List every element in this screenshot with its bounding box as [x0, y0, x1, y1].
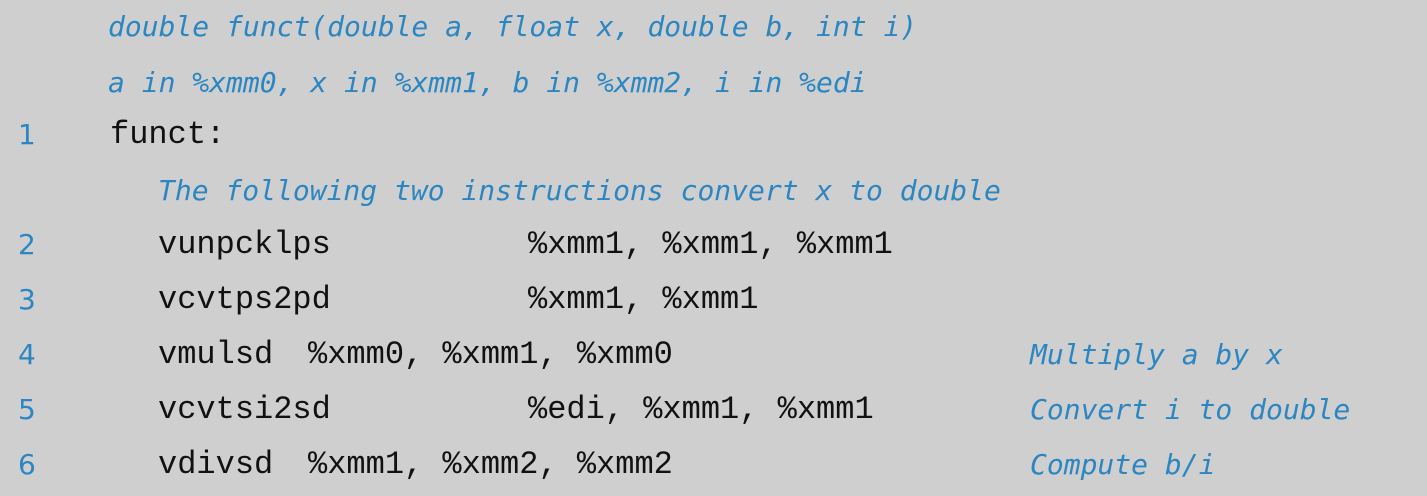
instruction-mnemonic: vcvtps2pd — [158, 281, 331, 318]
instruction-operands: %xmm1, %xmm1, %xmm1 — [528, 226, 893, 263]
line-number: 1 — [18, 118, 36, 151]
inline-comment: The following two instructions convert x… — [158, 174, 1001, 207]
assembly-listing: double funct(double a, float x, double b… — [0, 0, 1427, 496]
instruction-mnemonic: vunpcklps — [158, 226, 331, 263]
code-line-4: 4 vmulsd %xmm0, %xmm1, %xmm0 Multiply a … — [0, 331, 1427, 379]
line-number: 4 — [18, 338, 36, 371]
conversion-comment-line: The following two instructions convert x… — [0, 167, 1427, 215]
line-number: 3 — [18, 283, 36, 316]
instruction-mnemonic: vmulsd — [158, 336, 274, 373]
code-line-2: 2 vunpcklps %xmm1, %xmm1, %xmm1 — [0, 221, 1427, 269]
instruction-operands: %edi, %xmm1, %xmm1 — [528, 391, 874, 428]
signature-comment-line: double funct(double a, float x, double b… — [0, 3, 1427, 51]
code-line-1: 1 funct: — [0, 111, 1427, 159]
line-number: 5 — [18, 393, 36, 426]
function-signature-comment: double funct(double a, float x, double b… — [108, 10, 918, 43]
register-map-comment-line: a in %xmm0, x in %xmm1, b in %xmm2, i in… — [0, 59, 1427, 107]
instruction-mnemonic: vcvtsi2sd — [158, 391, 331, 428]
line-number: 6 — [18, 448, 36, 481]
register-mapping-comment: a in %xmm0, x in %xmm1, b in %xmm2, i in… — [108, 66, 867, 99]
instruction-operands: %xmm1, %xmm1 — [528, 281, 759, 318]
instruction-operands: %xmm1, %xmm2, %xmm2 — [308, 446, 673, 483]
line-annotation: Multiply a by x — [1030, 338, 1283, 371]
code-line-5: 5 vcvtsi2sd %edi, %xmm1, %xmm1 Convert i… — [0, 386, 1427, 434]
line-number: 2 — [18, 228, 36, 261]
line-annotation: Convert i to double — [1030, 393, 1351, 426]
instruction-mnemonic: vdivsd — [158, 446, 274, 483]
code-line-6: 6 vdivsd %xmm1, %xmm2, %xmm2 Compute b/i — [0, 441, 1427, 489]
instruction-operands: %xmm0, %xmm1, %xmm0 — [308, 336, 673, 373]
line-annotation: Compute b/i — [1030, 448, 1216, 481]
code-line-3: 3 vcvtps2pd %xmm1, %xmm1 — [0, 276, 1427, 324]
function-label: funct: — [110, 116, 226, 153]
